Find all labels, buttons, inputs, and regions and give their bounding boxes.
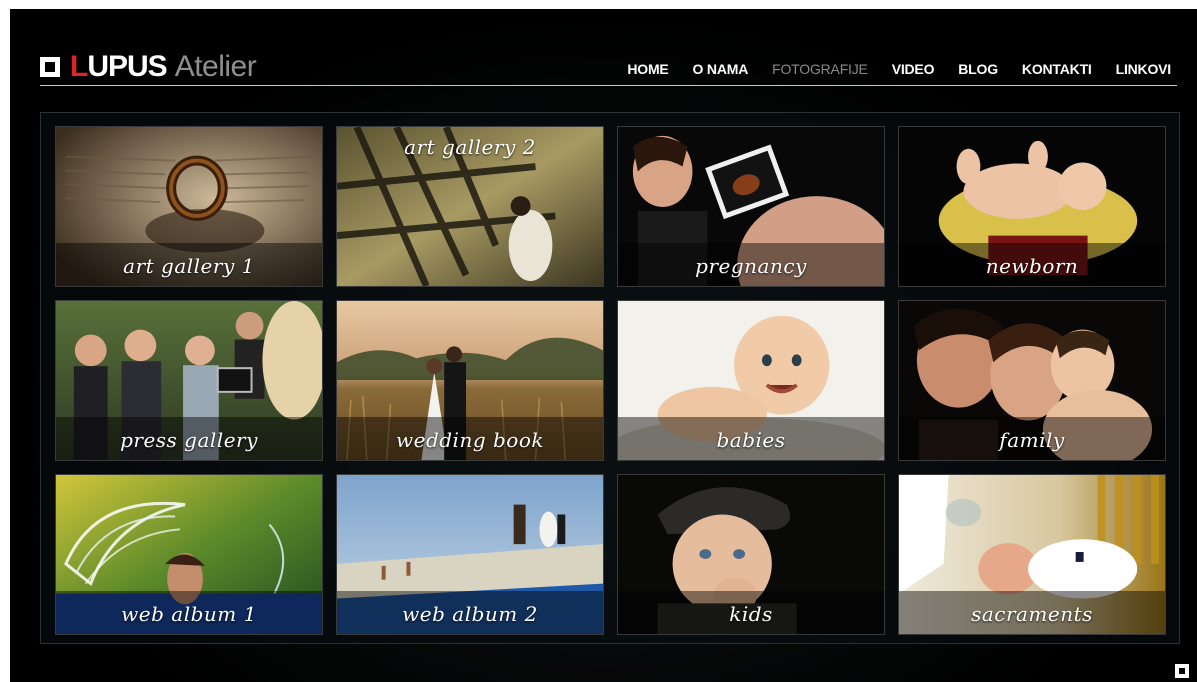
fullscreen-toggle-icon[interactable] (1175, 664, 1189, 678)
tile-label: wedding book (395, 428, 544, 452)
gallery-tile-newborn[interactable]: newborn (898, 126, 1166, 287)
gallery-grid: art gallery 1 art gallery 2 pregnancy ne… (55, 126, 1166, 635)
header-divider (40, 85, 1177, 86)
logo-atelier: Atelier (174, 50, 257, 83)
nav-kontakti[interactable]: KONTAKTI (998, 61, 1092, 77)
gallery-tile-wedding-book[interactable]: wedding book (336, 300, 604, 461)
page-frame: L UPUS Atelier HOME O NAMA FOTOGRAFIJE V… (10, 9, 1197, 682)
tile-label: babies (716, 428, 786, 452)
logo-wordmark: UPUS (87, 50, 167, 83)
tile-label: art gallery 2 (404, 135, 536, 159)
gallery-tile-pregnancy[interactable]: pregnancy (617, 126, 885, 287)
gallery-tile-art-gallery-1[interactable]: art gallery 1 (55, 126, 323, 287)
gallery-tile-family[interactable]: family (898, 300, 1166, 461)
gallery-tile-babies[interactable]: babies (617, 300, 885, 461)
tile-label: newborn (985, 254, 1079, 278)
nav-home[interactable]: HOME (603, 61, 668, 77)
gallery-tile-sacraments[interactable]: sacraments (898, 474, 1166, 635)
nav-video[interactable]: VIDEO (868, 61, 935, 77)
gallery-tile-kids[interactable]: kids (617, 474, 885, 635)
gallery-tile-art-gallery-2[interactable]: art gallery 2 (336, 126, 604, 287)
gallery-tile-web-album-2[interactable]: web album 2 (336, 474, 604, 635)
tile-label: kids (729, 602, 773, 626)
tile-label: art gallery 1 (123, 254, 255, 278)
main-nav: HOME O NAMA FOTOGRAFIJE VIDEO BLOG KONTA… (603, 61, 1171, 77)
gallery-panel: art gallery 1 art gallery 2 pregnancy ne… (40, 112, 1180, 644)
logo-letter-l: L (70, 50, 88, 83)
nav-fotografije[interactable]: FOTOGRAFIJE (748, 61, 868, 77)
nav-linkovi[interactable]: LINKOVI (1092, 61, 1172, 77)
site-logo[interactable]: L UPUS Atelier (40, 47, 257, 87)
gallery-tile-web-album-1[interactable]: web album 1 (55, 474, 323, 635)
tile-label: family (999, 428, 1065, 452)
nav-o-nama[interactable]: O NAMA (669, 61, 749, 77)
gallery-tile-press-gallery[interactable]: press gallery (55, 300, 323, 461)
tile-label: press gallery (120, 428, 258, 452)
tile-label: pregnancy (695, 254, 807, 278)
tile-label: web album 1 (121, 602, 257, 626)
tile-label: sacraments (971, 602, 1093, 626)
nav-blog[interactable]: BLOG (934, 61, 998, 77)
logo-square-icon (40, 57, 60, 77)
tile-label: web album 2 (402, 602, 538, 626)
